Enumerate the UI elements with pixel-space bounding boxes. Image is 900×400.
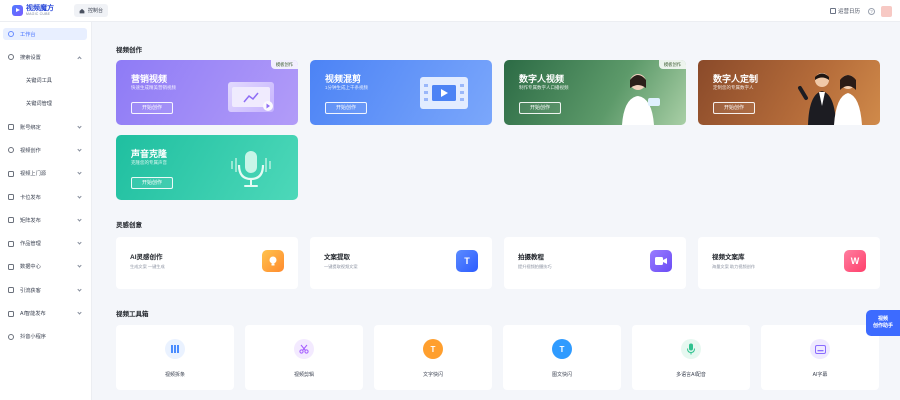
sidebar-item-keyword-manage[interactable]: 关键词管理	[0, 98, 91, 110]
tool-ai-subtitle[interactable]: AI字幕	[761, 325, 879, 390]
sidebar-item-video-create[interactable]: 视频创作	[0, 144, 91, 156]
tool-image-flash[interactable]: T 图文快闪	[503, 325, 621, 390]
section-title-tools: 视频工具箱	[116, 311, 149, 318]
account-icon	[8, 124, 14, 131]
inspiration-card-library[interactable]: 视频文案库 海量文案 助力视频创作 W	[698, 237, 880, 289]
creation-card-marketing[interactable]: 模板创作 营销视频 快速生成精美营销视频 开始创作	[116, 60, 298, 125]
inspiration-card-tutorial[interactable]: 拍摄教程 提升视频拍摄技巧	[504, 237, 686, 289]
matrix-icon	[8, 217, 14, 224]
avatar[interactable]	[881, 5, 892, 17]
text-flash-icon: T	[423, 339, 443, 359]
inspiration-card-extract[interactable]: 文案提取 一键提取视频文案 T	[310, 237, 492, 289]
section-title-inspiration: 灵感创意	[116, 222, 142, 229]
film-illustration	[418, 75, 470, 116]
card-badge: 模板创作	[270, 60, 298, 69]
sidebar-item-slot-publish[interactable]: 卡位发布	[0, 191, 91, 203]
sidebar-item-upload[interactable]: 视频上门源	[0, 168, 91, 180]
section-title-creation: 视频创作	[116, 47, 142, 54]
sidebar-item-workbench[interactable]: 工作台	[3, 28, 87, 40]
tool-text-flash[interactable]: T 文字快闪	[374, 325, 492, 390]
split-icon	[165, 339, 185, 359]
chevron-down-icon	[77, 287, 82, 292]
sidebar-item-ai-publish[interactable]: AI智能发布	[0, 308, 91, 320]
library-icon: W	[844, 250, 866, 272]
scissors-icon	[294, 339, 314, 359]
creation-card-digital-human[interactable]: 模板创作 数字人视频 制作专属数字人口播视频 开始创作	[504, 60, 686, 125]
sidebar: 工作台 搜索设置 关键词工具 关键词管理 账号绑定 视频创作 视频上门源 卡位发…	[0, 22, 92, 400]
chevron-down-icon	[77, 217, 82, 222]
ai-publish-icon	[8, 310, 14, 317]
search-icon	[8, 54, 14, 61]
microphone-icon	[681, 339, 701, 359]
sidebar-item-search-settings[interactable]: 搜索设置	[0, 51, 91, 63]
sidebar-item-data-center[interactable]: 数据中心	[0, 261, 91, 273]
chevron-down-icon	[77, 193, 82, 199]
digital-custom-illustration	[794, 66, 874, 125]
chevron-down-icon	[77, 124, 82, 129]
data-icon	[8, 263, 14, 270]
start-create-button[interactable]: 开始创作	[131, 102, 173, 114]
start-create-button[interactable]: 开始创作	[519, 102, 561, 114]
start-create-button[interactable]: 开始创作	[131, 177, 173, 189]
subtitle-icon	[810, 339, 830, 359]
app-logo[interactable]: 视频魔方 MAGIC CUBE	[12, 5, 68, 17]
creation-card-digital-custom[interactable]: 数字人定制 定制您的专属数字人 开始创作	[698, 60, 880, 125]
marketing-illustration	[228, 82, 274, 112]
chevron-down-icon	[77, 147, 82, 152]
app-name: 视频魔方	[26, 4, 54, 12]
tool-edit[interactable]: 视频剪辑	[245, 325, 363, 390]
home-tab-label: 控制台	[88, 8, 104, 14]
video-assistant-button[interactable]: 视频 创作助手	[866, 310, 900, 336]
sidebar-item-account[interactable]: 账号绑定	[0, 121, 91, 133]
image-flash-icon: T	[552, 339, 572, 359]
start-create-button[interactable]: 开始创作	[325, 102, 367, 114]
home-tab[interactable]: 控制台	[74, 4, 109, 17]
digital-human-illustration	[614, 68, 662, 125]
inspiration-card-ai[interactable]: AI灵感创作 生成文案 一键生成	[116, 237, 298, 289]
sidebar-item-traffic[interactable]: 引流获客	[0, 284, 91, 296]
chevron-down-icon	[77, 170, 82, 175]
calendar-button[interactable]: 运营日历	[829, 7, 860, 15]
bulb-icon	[262, 250, 284, 272]
tool-ai-dubbing[interactable]: 多语言AI配音	[632, 325, 750, 390]
sidebar-item-keyword-tool[interactable]: 关键词工具	[0, 75, 91, 87]
miniapp-icon	[8, 333, 14, 340]
tutorial-icon	[650, 250, 672, 272]
traffic-icon	[8, 287, 14, 294]
video-icon	[8, 147, 14, 154]
works-icon	[8, 240, 14, 247]
top-bar: 视频魔方 MAGIC CUBE 控制台 运营日历 ?	[0, 0, 900, 22]
home-icon	[8, 31, 14, 37]
sidebar-item-matrix-publish[interactable]: 矩阵发布	[0, 214, 91, 226]
calendar-icon	[829, 8, 836, 14]
publish-icon	[8, 194, 14, 201]
card-badge: 模板创作	[658, 60, 686, 69]
calendar-label: 运营日历	[837, 9, 860, 15]
chevron-down-icon	[77, 263, 82, 269]
chevron-up-icon	[77, 56, 82, 61]
chevron-down-icon	[77, 310, 82, 315]
creation-card-mix[interactable]: 视频混剪 1分钟生成上千条视频 开始创作	[310, 60, 492, 125]
creation-card-voice-clone[interactable]: 声音克隆 克隆您的专属声音 开始创作	[116, 135, 298, 200]
help-icon[interactable]: ?	[868, 7, 875, 15]
start-create-button[interactable]: 开始创作	[713, 102, 755, 114]
main-content: 视频创作 模板创作 营销视频 快速生成精美营销视频 开始创作 视频混剪 1分钟生…	[101, 22, 900, 400]
microphone-illustration	[228, 147, 274, 196]
sidebar-item-works[interactable]: 作品管理	[0, 238, 91, 250]
home-icon	[79, 8, 85, 13]
upload-icon	[8, 170, 14, 177]
sidebar-item-miniapp[interactable]: 抖音小程序	[0, 331, 91, 343]
logo-icon	[12, 5, 23, 16]
tool-split[interactable]: 视频拆条	[116, 325, 234, 390]
chevron-down-icon	[77, 240, 82, 245]
text-extract-icon: T	[456, 250, 478, 272]
app-subtitle: MAGIC CUBE	[26, 11, 51, 16]
